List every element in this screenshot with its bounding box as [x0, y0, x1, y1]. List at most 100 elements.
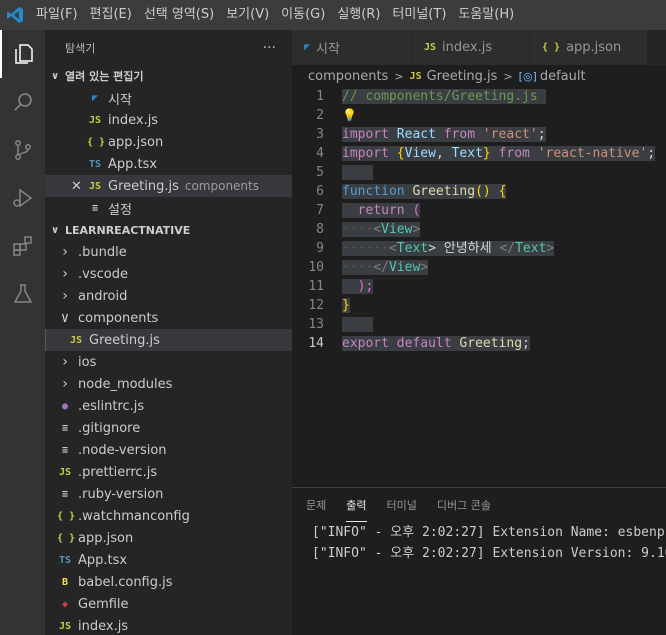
output-line: ["INFO" - 오후 2:02:27] Extension Version:…: [312, 546, 666, 561]
code-line: 2 💡: [292, 106, 666, 125]
code-line: 6 function Greeting() {: [292, 182, 666, 201]
tree-item[interactable]: JS index.js: [45, 615, 292, 635]
tree-item[interactable]: › android: [45, 285, 292, 307]
lightbulb-icon[interactable]: 💡: [342, 108, 357, 122]
code-token: </: [373, 260, 389, 275]
code-text: ······<Text> 안녕하세 </Text>: [342, 239, 555, 258]
project-header[interactable]: ∨ LEARNREACTNATIVE: [45, 219, 292, 241]
vscode-icon: ◤: [91, 92, 99, 104]
menu-item[interactable]: 파일(F): [30, 0, 84, 30]
menu-item[interactable]: 도움말(H): [452, 0, 520, 30]
tree-item[interactable]: › ios: [45, 351, 292, 373]
tab-label: index.js: [442, 40, 493, 55]
panel-tab[interactable]: 출력: [346, 488, 367, 522]
panel-tab[interactable]: 디버그 콘솔: [437, 488, 491, 522]
tree-item[interactable]: { } app.json: [45, 527, 292, 549]
code-token: (: [412, 203, 421, 218]
panel-tab[interactable]: 문제: [306, 488, 326, 522]
panel-tab[interactable]: 터미널: [387, 488, 417, 522]
search-icon[interactable]: [0, 78, 45, 126]
tree-item[interactable]: ● .eslintrc.js: [45, 395, 292, 417]
code-token: React: [396, 127, 444, 142]
code-token: [342, 165, 374, 180]
open-editor-item[interactable]: { } app.json: [45, 131, 292, 153]
tree-item[interactable]: ≡ .gitignore: [45, 417, 292, 439]
code-token: ······: [342, 241, 389, 256]
output-content: ["INFO" - 오후 2:02:27] Extension Name: es…: [292, 522, 666, 564]
code-token: ;: [522, 336, 530, 351]
code-text: function Greeting() {: [342, 182, 507, 201]
json-icon: { }: [57, 532, 76, 544]
code-token: <: [388, 241, 397, 256]
menu-item[interactable]: 이동(G): [275, 0, 331, 30]
open-editor-item[interactable]: ≡ 설정: [45, 197, 292, 219]
editor-tab[interactable]: { } app.json: [530, 30, 648, 65]
code-token: > 안녕하세: [428, 241, 500, 256]
breadcrumb-folder[interactable]: components: [308, 69, 388, 84]
open-editors-title: 열려 있는 편집기: [65, 70, 144, 83]
code-token: (): [475, 184, 499, 199]
breadcrumb-file[interactable]: Greeting.js: [427, 69, 498, 84]
extensions-icon[interactable]: [0, 222, 45, 270]
code-text: }: [342, 296, 350, 315]
code-token: function: [342, 184, 413, 199]
tree-item[interactable]: JS Greeting.js: [45, 329, 292, 351]
tree-item[interactable]: › .vscode: [45, 263, 292, 285]
tree-item[interactable]: › node_modules: [45, 373, 292, 395]
explorer-icon[interactable]: [0, 30, 45, 78]
file-label: Greeting.js: [89, 332, 160, 348]
open-editor-item[interactable]: ◤ 시작: [45, 87, 292, 109]
menu-item[interactable]: 보기(V): [220, 0, 275, 30]
open-editor-item[interactable]: JS index.js: [45, 109, 292, 131]
open-editors-list: ◤ 시작 JS index.js{ } app.json TS App.tsx ✕ JS Gree…: [45, 87, 292, 219]
tree-item[interactable]: Bbabel.config.js: [45, 571, 292, 593]
tree-item[interactable]: TS App.tsx: [45, 549, 292, 571]
code-token: }: [342, 298, 350, 313]
menu-item[interactable]: 편집(E): [84, 0, 138, 30]
breadcrumb-symbol[interactable]: default: [540, 69, 586, 84]
source-control-icon[interactable]: [0, 126, 45, 174]
menu-item[interactable]: 터미널(T): [386, 0, 452, 30]
code-token: );: [357, 279, 374, 294]
code-line: 10 ····</View>: [292, 258, 666, 277]
tree-item[interactable]: ≡ .node-version: [45, 439, 292, 461]
tree-item[interactable]: { } .watchmanconfig: [45, 505, 292, 527]
open-editor-item[interactable]: ✕ JS Greeting.js components: [45, 175, 292, 197]
line-number: 10: [308, 260, 324, 275]
tree-item[interactable]: JS .prettierrc.js: [45, 461, 292, 483]
line-number: 6: [316, 184, 324, 199]
explorer-title: 탐색기: [65, 41, 96, 55]
close-icon[interactable]: ✕: [71, 179, 82, 194]
lines-icon: ≡: [61, 488, 69, 500]
menu-item[interactable]: 실행(R): [331, 0, 386, 30]
run-debug-icon[interactable]: [0, 174, 45, 222]
panel-tabs: 문제 출력 터미널 디버그 콘솔: [292, 488, 666, 522]
editor-tab[interactable]: JS index.js: [412, 30, 530, 65]
tree-item[interactable]: ≡ .ruby-version: [45, 483, 292, 505]
chevron-down-icon: ∨: [51, 70, 60, 82]
chevron-down-icon: ∨: [51, 224, 60, 236]
code-token: export: [342, 336, 397, 351]
code-token: Greeting: [412, 184, 476, 199]
tree-item[interactable]: › .bundle: [45, 241, 292, 263]
tree-item[interactable]: ∨ components: [45, 307, 292, 329]
more-actions-icon[interactable]: ···: [263, 40, 276, 56]
eslint-icon: ●: [61, 400, 69, 412]
code-token: // components/Greeting.js: [342, 89, 546, 104]
code-editor[interactable]: 1// components/Greeting.js 2 💡 3 import Rea…: [292, 87, 666, 487]
code-text: );: [342, 277, 374, 296]
code-text: [342, 163, 374, 182]
open-editors-header[interactable]: ∨ 열려 있는 편집기: [45, 65, 292, 87]
json-icon: { }: [542, 42, 561, 53]
editor-tab[interactable]: ◤ 시작: [292, 30, 412, 65]
file-label: App.tsx: [78, 552, 128, 568]
testing-flask-icon[interactable]: [0, 270, 45, 318]
open-editor-item[interactable]: TS App.tsx: [45, 153, 292, 175]
code-token: >: [420, 260, 429, 275]
code-line: 12}: [292, 296, 666, 315]
tree-item[interactable]: ◆ Gemfile: [45, 593, 292, 615]
menu-item[interactable]: 선택 영역(S): [138, 0, 220, 30]
line-number: 11: [308, 279, 324, 294]
menu-bar: 파일(F) 편집(E) 선택 영역(S) 보기(V) 이동(G) 실행(R) 터미널(T) 도…: [30, 0, 520, 30]
file-label: .node-version: [78, 442, 167, 458]
